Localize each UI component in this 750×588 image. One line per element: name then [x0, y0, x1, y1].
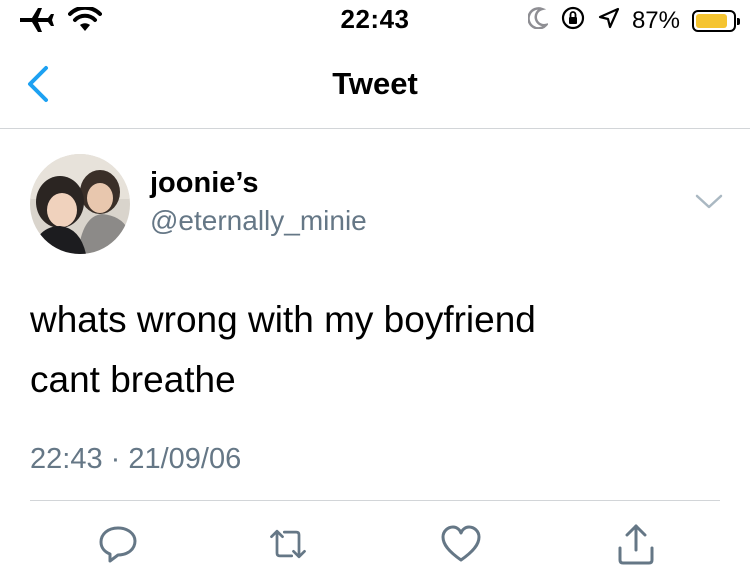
heart-icon	[441, 525, 481, 562]
reply-bubble-icon	[99, 526, 137, 563]
status-bar: 22:43 87%	[0, 0, 750, 40]
location-arrow-icon	[598, 7, 620, 34]
tweet-timestamp: 22:43 · 21/09/06	[30, 443, 242, 475]
orientation-lock-icon	[560, 5, 586, 36]
avatar-photo	[30, 154, 130, 254]
battery-percentage: 87%	[631, 6, 680, 34]
tweet-text-line: whats wrong with my boyfriend	[30, 299, 536, 340]
page-title: Tweet	[332, 66, 418, 101]
battery-cap	[737, 17, 740, 25]
user-handle[interactable]: @eternally_minie	[150, 205, 367, 237]
avatar[interactable]	[30, 154, 130, 254]
divider	[30, 500, 720, 501]
chevron-down-icon	[695, 194, 723, 209]
more-options-button[interactable]	[692, 190, 726, 214]
like-button[interactable]	[439, 522, 483, 566]
status-right-icons: 87%	[527, 5, 740, 36]
share-icon	[618, 524, 654, 565]
tweet-text-line: cant breathe	[30, 359, 236, 400]
display-name[interactable]: joonie’s	[150, 167, 259, 200]
moon-icon	[527, 7, 550, 34]
tweet-text: whats wrong with my boyfriend cant breat…	[30, 290, 536, 410]
reply-button[interactable]	[96, 522, 140, 566]
share-button[interactable]	[614, 522, 658, 566]
retweet-button[interactable]	[266, 522, 310, 566]
navigation-bar: Tweet	[0, 40, 750, 129]
retweet-icon	[270, 529, 306, 559]
tweet-detail-screen: 22:43 87% Tweet joonie’s @eternally_mini…	[0, 0, 750, 588]
battery-icon	[692, 9, 740, 32]
battery-fill	[696, 13, 727, 28]
